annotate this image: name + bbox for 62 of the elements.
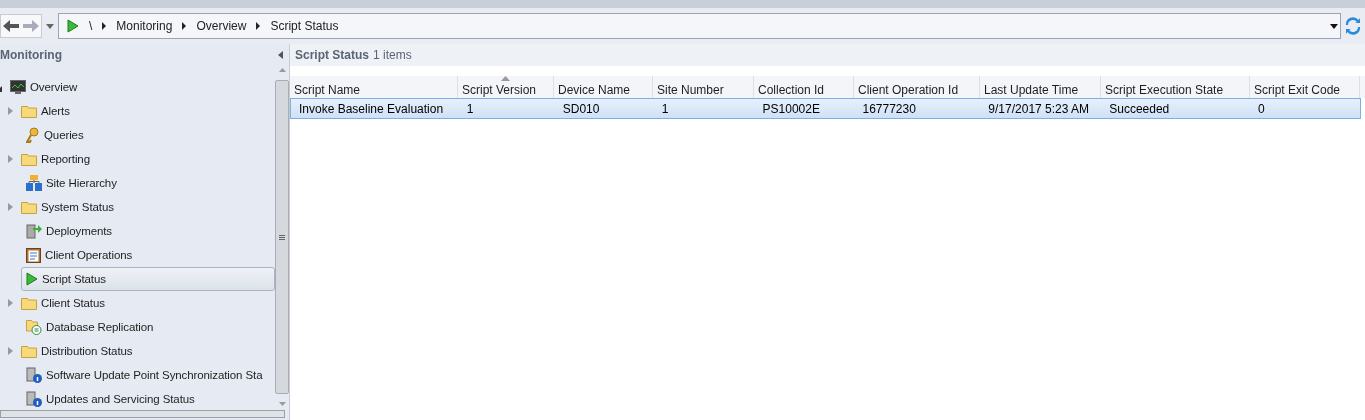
- chevron-icon[interactable]: [182, 22, 187, 30]
- server-arrow-icon: [26, 223, 42, 239]
- chevron-icon[interactable]: [256, 22, 261, 30]
- folder-icon: [21, 296, 37, 310]
- server-info-icon: [26, 391, 42, 407]
- table-cell-text: 0: [1257, 101, 1266, 116]
- folder-sync-icon: [26, 319, 42, 335]
- table-cell-text: Invoke Baseline Evaluation: [298, 101, 445, 116]
- folder-icon: [21, 344, 37, 358]
- expand-arrow-icon[interactable]: [8, 155, 13, 163]
- table-cell-text: 1: [465, 101, 475, 116]
- play-icon: [67, 19, 79, 33]
- tree-item[interactable]: Database Replication: [21, 315, 275, 339]
- tree-item[interactable]: System Status: [16, 195, 275, 219]
- tree-item[interactable]: Client Status: [16, 291, 275, 315]
- pane-title: Monitoring: [0, 48, 62, 62]
- tree-item[interactable]: Distribution Status: [16, 339, 275, 363]
- collapse-icon[interactable]: [278, 51, 283, 59]
- hierarchy-icon: [26, 175, 42, 191]
- tree-item[interactable]: Software Update Point Synchronization Sta: [21, 363, 275, 387]
- breadcrumb-item[interactable]: Monitoring: [116, 19, 173, 33]
- table-cell-text: Succeeded: [1108, 101, 1171, 116]
- horizontal-scrollbar[interactable]: [0, 410, 285, 418]
- table-cell-text: SD010: [561, 101, 601, 116]
- table-cell-text: 1: [660, 101, 670, 116]
- tree-item[interactable]: Alerts: [16, 99, 275, 123]
- table-row[interactable]: Invoke Baseline Evaluation 1 SD010 1 PS10002E 16777230 9/17/2017 5:23 AM Succeeded 0: [290, 98, 1361, 119]
- expand-arrow-icon[interactable]: [8, 299, 13, 307]
- tree-item[interactable]: Queries: [21, 123, 275, 147]
- server-info-icon: [26, 367, 42, 383]
- tree-item[interactable]: Overview: [5, 75, 275, 99]
- play-icon: [26, 272, 38, 286]
- table-cell-text: 9/17/2017 5:23 AM: [987, 101, 1091, 116]
- scroll-down-icon[interactable]: [278, 402, 286, 406]
- table-cell-text: PS10002E: [761, 101, 821, 116]
- refresh-icon[interactable]: [1345, 17, 1361, 35]
- tree-item[interactable]: Site Hierarchy: [21, 171, 275, 195]
- breadcrumb-item[interactable]: Overview: [196, 19, 247, 33]
- dropdown-icon[interactable]: [1330, 23, 1338, 29]
- item-count: 1 items: [373, 48, 412, 62]
- tree-item[interactable]: Client Operations: [21, 243, 275, 267]
- tree-item[interactable]: Updates and Servicing Status: [21, 387, 275, 408]
- expand-arrow-icon[interactable]: [8, 107, 13, 115]
- monitor-icon: [10, 80, 26, 94]
- tree-item[interactable]: Reporting: [16, 147, 275, 171]
- clipboard-icon: [26, 247, 41, 263]
- table-cell-text: 16777230: [861, 101, 917, 116]
- expand-arrow-icon[interactable]: [8, 347, 13, 355]
- view-title: Script Status: [295, 48, 369, 62]
- back-icon[interactable]: [1, 18, 21, 34]
- tree-item[interactable]: Deployments: [21, 219, 275, 243]
- breadcrumb-item[interactable]: Script Status: [270, 19, 339, 33]
- scroll-up-icon[interactable]: [278, 68, 286, 72]
- chevron-icon[interactable]: [102, 22, 107, 30]
- folder-icon: [21, 104, 37, 118]
- folder-icon: [21, 200, 37, 214]
- breadcrumb-item[interactable]: \: [89, 19, 93, 33]
- address-bar[interactable]: \ Monitoring Overview Script Status: [58, 13, 1341, 39]
- key-icon: [26, 127, 40, 143]
- expand-arrow-icon[interactable]: [8, 203, 13, 211]
- folder-icon: [21, 152, 37, 166]
- tree-item[interactable]: Script Status: [21, 267, 275, 291]
